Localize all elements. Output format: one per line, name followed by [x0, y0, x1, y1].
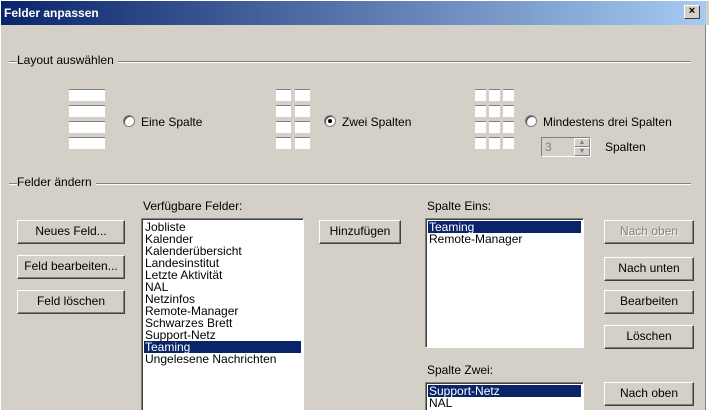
edit-field-button[interactable]: Feld bearbeiten...: [17, 255, 125, 279]
layout-group-label: Layout auswählen: [17, 53, 118, 67]
columns-value: 3: [545, 140, 552, 154]
delete-field-button[interactable]: Feld löschen: [17, 290, 125, 314]
remove-button[interactable]: Löschen: [604, 325, 694, 349]
new-field-button[interactable]: Neues Feld...: [17, 220, 125, 244]
spin-down-icon[interactable]: ▼: [574, 147, 590, 156]
customize-fields-dialog: Felder anpassen × Layout auswählen Eine …: [0, 0, 709, 410]
list-item[interactable]: NAL: [428, 397, 581, 409]
available-fields-list[interactable]: Jobliste Kalender Kalenderübersicht Land…: [141, 218, 304, 410]
fields-group-line: [9, 183, 691, 185]
move-down-button[interactable]: Nach unten: [604, 257, 694, 281]
column-one-list[interactable]: Teaming Remote-Manager: [425, 218, 584, 348]
close-button[interactable]: ×: [684, 5, 700, 19]
column-two-list[interactable]: Support-Netz NAL: [425, 382, 584, 410]
two-column-label[interactable]: Zwei Spalten: [342, 115, 411, 129]
title-bar[interactable]: Felder anpassen ×: [1, 1, 706, 25]
spin-up-icon[interactable]: ▲: [574, 138, 590, 147]
three-column-label[interactable]: Mindestens drei Spalten: [543, 115, 672, 129]
one-column-radio[interactable]: [123, 115, 135, 127]
column-one-label: Spalte Eins:: [427, 199, 492, 213]
three-column-layout-icon: [475, 89, 515, 149]
edit-column-button[interactable]: Bearbeiten: [604, 290, 694, 314]
window-title: Felder anpassen: [4, 6, 99, 20]
spinner-arrows[interactable]: ▲ ▼: [574, 138, 590, 156]
fields-group-label: Felder ändern: [17, 175, 96, 189]
window-edge: [705, 25, 709, 410]
list-item[interactable]: Ungelesene Nachrichten: [144, 353, 301, 365]
columns-spinner[interactable]: 3 ▲ ▼: [541, 137, 591, 157]
one-column-label[interactable]: Eine Spalte: [141, 115, 202, 129]
three-column-radio[interactable]: [525, 115, 537, 127]
move-up-button[interactable]: Nach oben: [604, 220, 694, 244]
two-column-radio[interactable]: [324, 115, 336, 127]
one-column-layout-icon: [69, 89, 105, 149]
column-two-move-up-button[interactable]: Nach oben: [604, 382, 694, 406]
add-button[interactable]: Hinzufügen: [319, 220, 401, 244]
two-column-layout-icon: [276, 89, 310, 149]
column-two-label: Spalte Zwei:: [427, 363, 494, 377]
columns-label: Spalten: [605, 140, 646, 154]
list-item[interactable]: Remote-Manager: [428, 233, 581, 245]
available-fields-label: Verfügbare Felder:: [143, 199, 243, 213]
